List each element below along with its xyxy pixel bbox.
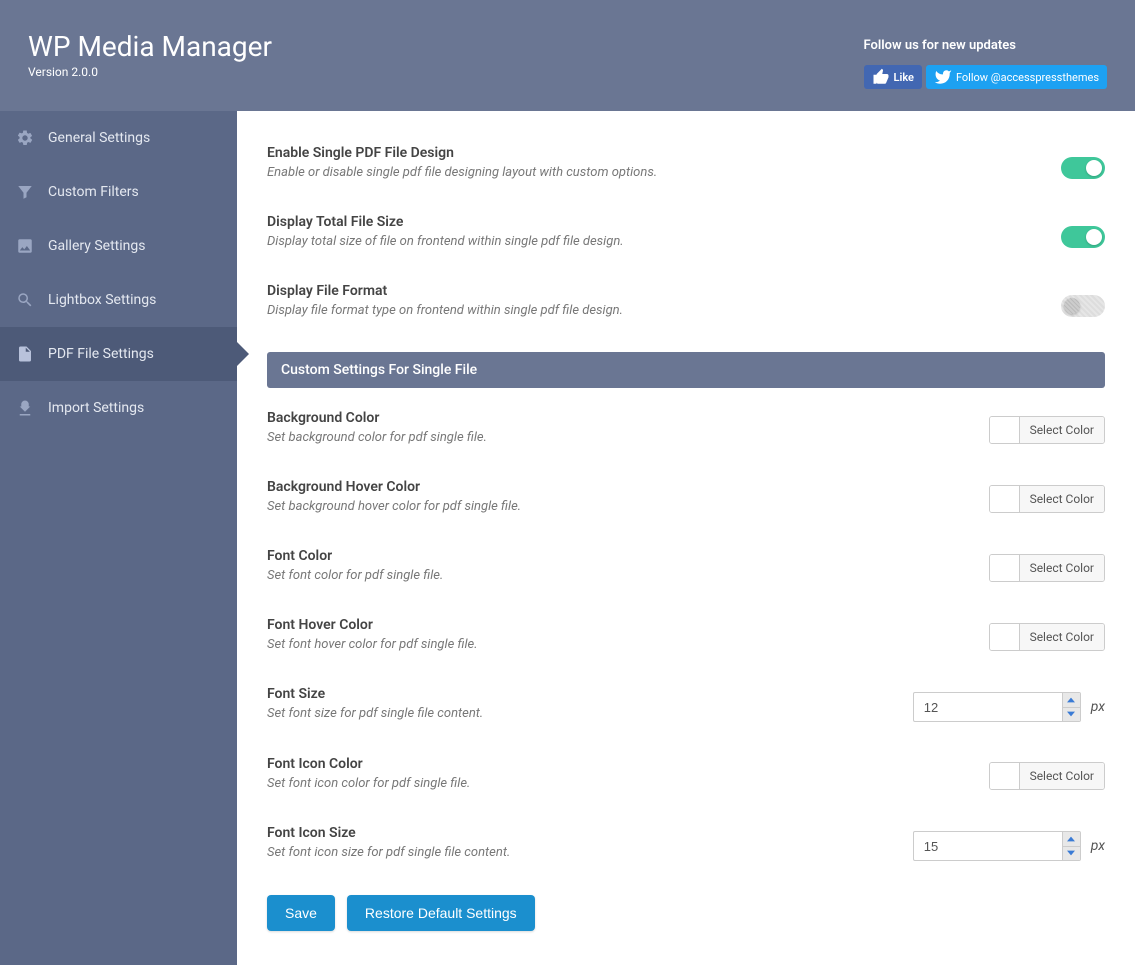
- bg-color-picker[interactable]: Select Color: [989, 416, 1105, 444]
- spinner-down[interactable]: [1062, 847, 1080, 861]
- display-size-toggle[interactable]: [1061, 226, 1105, 248]
- follow-text: Follow us for new updates: [864, 38, 1107, 53]
- unit-label: px: [1091, 699, 1105, 715]
- select-color-label: Select Color: [1020, 486, 1104, 512]
- setting-title: Font Color: [267, 548, 949, 564]
- enable-single-toggle[interactable]: [1061, 157, 1105, 179]
- sidebar-item-import[interactable]: Import Settings: [0, 381, 237, 435]
- spinner-up[interactable]: [1062, 693, 1080, 708]
- select-color-label: Select Color: [1020, 555, 1104, 581]
- sidebar-item-label: General Settings: [48, 130, 150, 146]
- setting-title: Display File Format: [267, 283, 1021, 299]
- thumbs-up-icon: [872, 68, 890, 86]
- sidebar-item-filters[interactable]: Custom Filters: [0, 165, 237, 219]
- setting-desc: Display total size of file on frontend w…: [267, 234, 1021, 249]
- setting-title: Enable Single PDF File Design: [267, 145, 1021, 161]
- select-color-label: Select Color: [1020, 624, 1104, 650]
- bg-hover-color-picker[interactable]: Select Color: [989, 485, 1105, 513]
- import-icon: [16, 399, 34, 417]
- setting-title: Font Icon Color: [267, 756, 949, 772]
- page-header: WP Media Manager Version 2.0.0 Follow us…: [0, 0, 1135, 111]
- setting-desc: Set font size for pdf single file conten…: [267, 706, 873, 721]
- sidebar-item-pdf[interactable]: PDF File Settings: [0, 327, 237, 381]
- content-area: Enable Single PDF File Design Enable or …: [237, 111, 1135, 965]
- spinner-up[interactable]: [1062, 832, 1080, 847]
- display-format-toggle[interactable]: [1061, 295, 1105, 317]
- gallery-icon: [16, 237, 34, 255]
- save-button[interactable]: Save: [267, 895, 335, 931]
- tw-follow-button[interactable]: Follow @accesspressthemes: [926, 65, 1107, 89]
- unit-label: px: [1091, 838, 1105, 854]
- gear-icon: [16, 129, 34, 147]
- version-label: Version 2.0.0: [28, 65, 272, 79]
- setting-title: Font Hover Color: [267, 617, 949, 633]
- sidebar-item-label: Gallery Settings: [48, 238, 145, 254]
- sidebar-item-label: Lightbox Settings: [48, 292, 156, 308]
- sidebar-item-gallery[interactable]: Gallery Settings: [0, 219, 237, 273]
- fb-like-label: Like: [894, 71, 914, 84]
- setting-desc: Set font hover color for pdf single file…: [267, 637, 949, 652]
- setting-desc: Set font icon color for pdf single file.: [267, 776, 949, 791]
- spinner-down[interactable]: [1062, 708, 1080, 722]
- setting-title: Background Hover Color: [267, 479, 949, 495]
- fb-like-button[interactable]: Like: [864, 65, 922, 89]
- icon-size-input[interactable]: [913, 831, 1081, 861]
- setting-desc: Set background hover color for pdf singl…: [267, 499, 949, 514]
- setting-title: Font Icon Size: [267, 825, 873, 841]
- select-color-label: Select Color: [1020, 417, 1104, 443]
- setting-desc: Enable or disable single pdf file design…: [267, 165, 1021, 180]
- sidebar-item-label: Import Settings: [48, 400, 144, 416]
- pdf-icon: [16, 345, 34, 363]
- setting-desc: Display file format type on frontend wit…: [267, 303, 1021, 318]
- font-hover-color-picker[interactable]: Select Color: [989, 623, 1105, 651]
- sidebar: General Settings Custom Filters Gallery …: [0, 111, 237, 965]
- font-size-input[interactable]: [913, 692, 1081, 722]
- sidebar-item-lightbox[interactable]: Lightbox Settings: [0, 273, 237, 327]
- icon-color-picker[interactable]: Select Color: [989, 762, 1105, 790]
- setting-desc: Set font icon size for pdf single file c…: [267, 845, 873, 860]
- filter-icon: [16, 183, 34, 201]
- app-title: WP Media Manager: [28, 30, 272, 63]
- section-header: Custom Settings For Single File: [267, 352, 1105, 388]
- sidebar-item-label: PDF File Settings: [48, 346, 154, 362]
- setting-title: Background Color: [267, 410, 949, 426]
- search-icon: [16, 291, 34, 309]
- sidebar-item-label: Custom Filters: [48, 184, 139, 200]
- setting-desc: Set font color for pdf single file.: [267, 568, 949, 583]
- restore-button[interactable]: Restore Default Settings: [347, 895, 535, 931]
- setting-title: Display Total File Size: [267, 214, 1021, 230]
- setting-desc: Set background color for pdf single file…: [267, 430, 949, 445]
- tw-follow-label: Follow @accesspressthemes: [956, 71, 1099, 84]
- sidebar-item-general[interactable]: General Settings: [0, 111, 237, 165]
- select-color-label: Select Color: [1020, 763, 1104, 789]
- font-color-picker[interactable]: Select Color: [989, 554, 1105, 582]
- setting-title: Font Size: [267, 686, 873, 702]
- twitter-icon: [934, 68, 952, 86]
